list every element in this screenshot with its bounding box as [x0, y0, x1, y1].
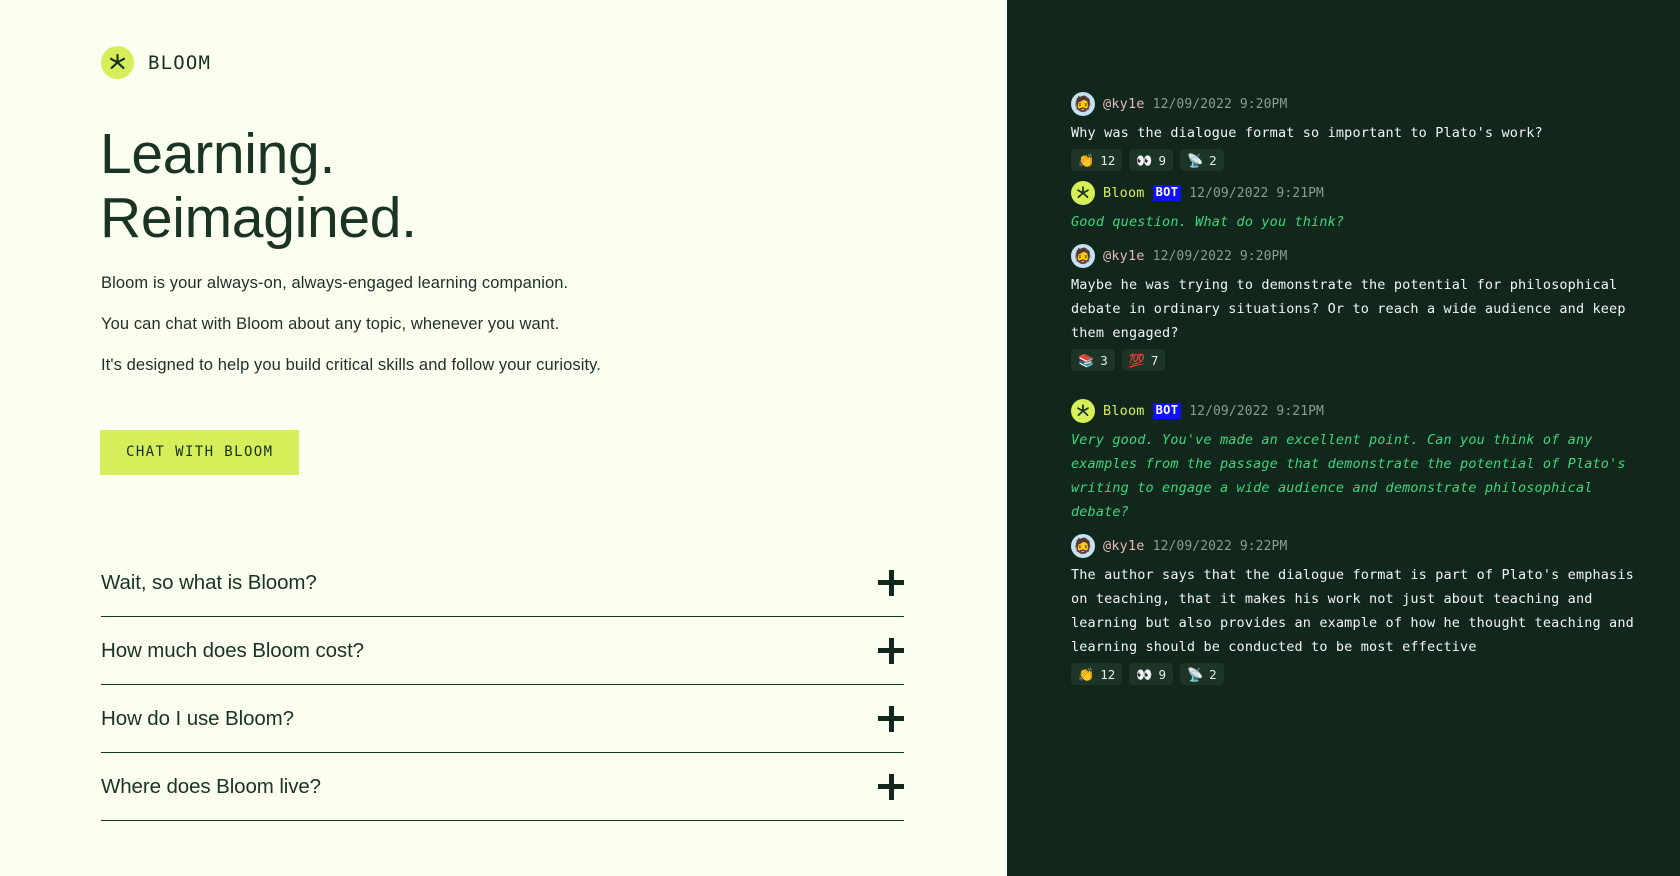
brand-name: BLOOM — [148, 51, 212, 74]
user-avatar[interactable]: 🧔 — [1071, 92, 1095, 116]
reaction-pill[interactable]: 👀 9 — [1129, 149, 1173, 171]
chat-message: 🧔 @ky1e 12/09/2022 9:22PM The author says t… — [1071, 534, 1640, 685]
faq-question: How much does Bloom cost? — [101, 638, 364, 662]
message-text: Maybe he was trying to demonstrate the p… — [1071, 277, 1626, 341]
message-header: Bloom BOT 12/09/2022 9:21PM — [1071, 399, 1640, 423]
reaction-pill[interactable]: 📚 3 — [1071, 349, 1115, 371]
page-title: Learning. Reimagined. — [100, 122, 417, 250]
reaction-emoji: 👏 — [1078, 666, 1095, 682]
reaction-count: 9 — [1158, 666, 1166, 682]
chat-message: 🧔 @ky1e 12/09/2022 9:20PM Maybe he was tryi… — [1071, 244, 1640, 371]
reaction-emoji: 📡 — [1186, 666, 1204, 682]
reaction-pill[interactable]: 👀 9 — [1129, 663, 1173, 685]
user-avatar[interactable]: 🧔 — [1071, 534, 1095, 558]
message-header: 🧔 @ky1e 12/09/2022 9:22PM — [1071, 534, 1640, 558]
reaction-pill[interactable]: 👏 12 — [1071, 663, 1123, 685]
message-author[interactable]: @ky1e — [1103, 538, 1145, 554]
plus-icon[interactable] — [878, 705, 904, 732]
reaction-count: 9 — [1158, 152, 1166, 168]
message-text: The author says that the dialogue format… — [1071, 567, 1634, 655]
marketing-panel: BLOOM Learning. Reimagined. Bloom is you… — [0, 0, 1007, 876]
chat-message: 🧔 @ky1e 12/09/2022 9:20PM Why was the dialo… — [1071, 92, 1640, 171]
message-text: Good question. What do you think? — [1071, 214, 1345, 230]
reaction-emoji: 📚 — [1078, 352, 1095, 368]
bloom-avatar-icon[interactable] — [1071, 181, 1095, 205]
faq-accordion: Wait, so what is Bloom? How much does Bl… — [101, 549, 904, 821]
message-author[interactable]: Bloom — [1103, 403, 1145, 419]
reaction-emoji: 👏 — [1078, 152, 1095, 168]
faq-question: How do I use Bloom? — [101, 706, 294, 730]
message-author[interactable]: @ky1e — [1103, 248, 1145, 264]
reaction-emoji: 👀 — [1136, 666, 1153, 682]
message-author[interactable]: @ky1e — [1103, 96, 1145, 112]
faq-item-what-is-bloom[interactable]: Wait, so what is Bloom? — [101, 549, 904, 617]
reaction-bar: 👏 12 👀 9 📡 2 — [1071, 663, 1640, 685]
bot-badge: BOT — [1152, 402, 1182, 420]
reaction-pill[interactable]: 📡 2 — [1179, 663, 1224, 685]
chat-message: Bloom BOT 12/09/2022 9:21PM Good question. … — [1071, 181, 1640, 234]
reaction-pill[interactable]: 📡 2 — [1179, 149, 1224, 171]
hero-description: Bloom is your always-on, always-engaged … — [101, 272, 861, 395]
message-header: 🧔 @ky1e 12/09/2022 9:20PM — [1071, 244, 1640, 268]
faq-question: Wait, so what is Bloom? — [101, 570, 317, 594]
chat-message-list: 🧔 @ky1e 12/09/2022 9:20PM Why was the dialo… — [1007, 92, 1680, 695]
reaction-pill[interactable]: 💯 7 — [1121, 349, 1166, 371]
bloom-asterisk-icon — [101, 46, 134, 79]
message-header: 🧔 @ky1e 12/09/2022 9:20PM — [1071, 92, 1640, 116]
faq-item-where-does-bloom-live[interactable]: Where does Bloom live? — [101, 753, 904, 821]
faq-item-how-to-use[interactable]: How do I use Bloom? — [101, 685, 904, 753]
message-text: Why was the dialogue format so important… — [1071, 125, 1543, 141]
hero-paragraph-3: It's designed to help you build critical… — [101, 356, 601, 374]
reaction-count: 2 — [1209, 666, 1217, 682]
brand-logo[interactable]: BLOOM — [101, 46, 211, 79]
reaction-count: 2 — [1209, 152, 1217, 168]
chat-message: Bloom BOT 12/09/2022 9:21PM Very good. You'… — [1071, 399, 1640, 524]
reaction-count: 12 — [1100, 666, 1116, 682]
bot-badge: BOT — [1152, 184, 1182, 202]
chat-preview-panel: 🧔 @ky1e 12/09/2022 9:20PM Why was the dialo… — [1007, 0, 1680, 876]
plus-icon[interactable] — [878, 569, 904, 596]
hero-paragraph-1: Bloom is your always-on, always-engaged … — [101, 274, 569, 292]
reaction-count: 7 — [1150, 352, 1159, 368]
reaction-pill[interactable]: 👏 12 — [1071, 149, 1123, 171]
plus-icon[interactable] — [878, 637, 904, 664]
message-timestamp: 12/09/2022 9:21PM — [1189, 185, 1324, 201]
plus-icon[interactable] — [878, 773, 904, 800]
reaction-bar: 📚 3 💯 7 — [1071, 349, 1640, 371]
message-text: Very good. You've made an excellent poin… — [1071, 432, 1626, 520]
faq-item-cost[interactable]: How much does Bloom cost? — [101, 617, 904, 685]
user-avatar[interactable]: 🧔 — [1071, 244, 1095, 268]
reaction-emoji: 📡 — [1186, 152, 1204, 168]
reaction-emoji: 💯 — [1128, 352, 1145, 368]
message-timestamp: 12/09/2022 9:20PM — [1152, 96, 1288, 112]
faq-question: Where does Bloom live? — [101, 774, 321, 798]
bloom-avatar-icon[interactable] — [1071, 399, 1095, 423]
message-timestamp: 12/09/2022 9:21PM — [1189, 403, 1324, 419]
message-timestamp: 12/09/2022 9:22PM — [1152, 538, 1288, 554]
reaction-count: 12 — [1100, 152, 1116, 168]
hero-paragraph-2: You can chat with Bloom about any topic,… — [101, 315, 560, 333]
chat-with-bloom-button[interactable]: CHAT WITH BLOOM — [100, 430, 300, 475]
reaction-emoji: 👀 — [1136, 152, 1153, 168]
message-timestamp: 12/09/2022 9:20PM — [1152, 248, 1288, 264]
message-author[interactable]: Bloom — [1103, 185, 1145, 201]
reaction-bar: 👏 12 👀 9 📡 2 — [1071, 149, 1640, 171]
reaction-count: 3 — [1100, 352, 1108, 368]
message-header: Bloom BOT 12/09/2022 9:21PM — [1071, 181, 1640, 205]
